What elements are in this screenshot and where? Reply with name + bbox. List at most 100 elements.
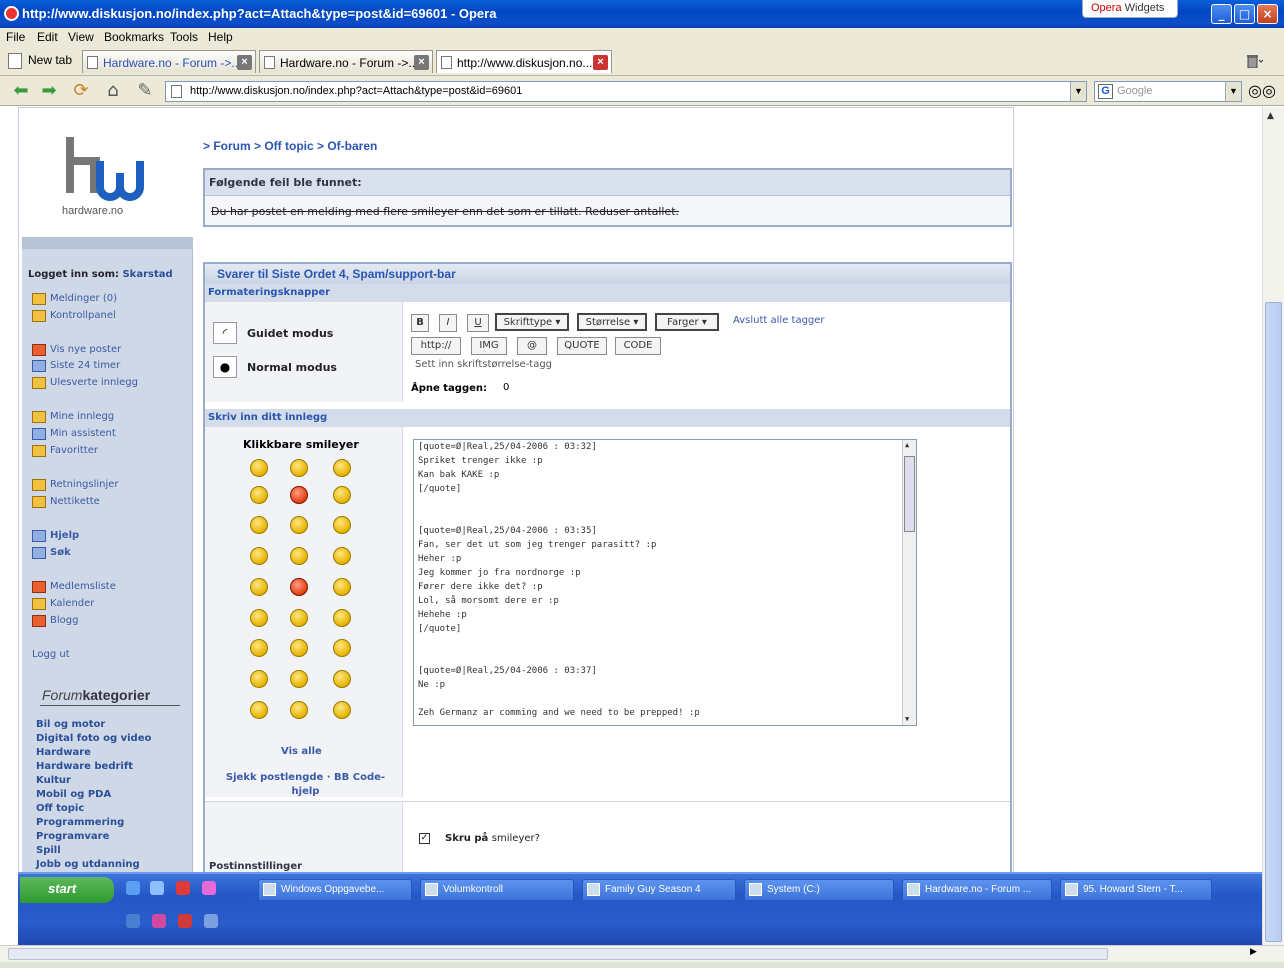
bold-button[interactable]: B [411,314,429,332]
smiley-icon[interactable] [290,516,308,534]
quicklaunch-app-icon[interactable] [178,914,192,928]
category-link[interactable]: Bil og motor [36,719,105,730]
menu-tools[interactable]: Tools [170,30,198,44]
taskbar-item[interactable]: System (C:) [744,879,894,901]
trash-icon[interactable] [1245,54,1263,68]
smiley-icon[interactable] [333,486,351,504]
page-scroll-thumb[interactable] [1265,302,1282,942]
opera-widgets-button[interactable]: Opera Widgets [1082,0,1178,18]
smiley-icon[interactable] [250,609,268,627]
guided-mode-radio[interactable]: ◜ [213,322,237,344]
sidebar-item-search[interactable]: Søk [32,547,71,559]
smiley-icon[interactable] [290,701,308,719]
smiley-icon[interactable] [333,578,351,596]
taskbar-item[interactable]: Volumkontroll [420,879,574,901]
smiley-icon[interactable] [290,639,308,657]
close-tab-1-icon[interactable]: × [237,55,252,70]
sidebar-item-help[interactable]: Hjelp [32,530,79,542]
menu-edit[interactable]: Edit [37,30,58,44]
close-tab-2-icon[interactable]: × [414,55,429,70]
size-select[interactable]: Størrelse ▾ [577,313,647,331]
page-scrollbar[interactable]: ▲ [1262,107,1284,945]
minimize-button[interactable]: _ [1211,4,1232,24]
smiley-icon[interactable] [250,459,268,477]
menu-help[interactable]: Help [208,30,233,44]
category-link[interactable]: Hardware bedrift [36,761,133,772]
code-button[interactable]: CODE [615,337,661,355]
smiley-icon[interactable] [333,516,351,534]
bbcode-help-link[interactable]: Sjekk postlengde · BB Code-hjelp [213,771,398,799]
taskbar-item[interactable]: Hardware.no - Forum ... [902,879,1052,901]
category-link[interactable]: Hardware [36,747,91,758]
textarea-scrollbar[interactable]: ▲ ▼ [902,440,916,725]
logout-link[interactable]: Logg ut [32,649,70,660]
taskbar-item[interactable]: Family Guy Season 4 [582,879,736,901]
show-all-smileys-link[interactable]: Vis alle [281,746,322,757]
sidebar-item-new-posts[interactable]: Vis nye poster [32,344,121,356]
taskbar-item[interactable]: Windows Oppgavebe... [258,879,412,901]
maximize-button[interactable]: □ [1234,4,1255,24]
post-textarea[interactable]: [quote=Ø|Real,25/04-2006 : 03:32] Sprike… [413,439,917,726]
sidebar-item-last24[interactable]: Siste 24 timer [32,360,120,372]
smiley-icon[interactable] [250,701,268,719]
search-field[interactable]: G Google ▼ [1094,81,1242,102]
scroll-down-icon[interactable]: ▼ [905,715,909,723]
smiley-icon[interactable] [290,459,308,477]
smiley-icon[interactable] [250,639,268,657]
sidebar-item-my-posts[interactable]: Mine innlegg [32,411,114,423]
close-all-tags-link[interactable]: Avslutt alle tagger [733,315,825,326]
taskbar-item[interactable]: 95. Howard Stern - T... [1060,879,1212,901]
font-select[interactable]: Skrifttype ▾ [495,313,569,331]
category-link[interactable]: Programmering [36,817,124,828]
category-link[interactable]: Kultur [36,775,71,786]
italic-button[interactable]: I [439,314,457,332]
sidebar-item-messages[interactable]: Meldinger (0) [32,293,117,305]
sidebar-item-netiquette[interactable]: Nettikette [32,496,100,508]
color-select[interactable]: Farger ▾ [655,313,719,331]
smiley-icon[interactable] [333,639,351,657]
smiley-icon[interactable] [290,609,308,627]
smiley-icon[interactable] [250,670,268,688]
normal-mode-radio[interactable]: ● [213,356,237,378]
smiley-icon[interactable] [333,547,351,565]
textarea-scroll-thumb[interactable] [904,456,915,532]
tab-3[interactable]: http://www.diskusjon.no... × [436,50,612,73]
smiley-icon[interactable] [290,670,308,688]
address-dropdown-icon[interactable]: ▼ [1070,82,1086,101]
smiley-icon[interactable] [290,486,308,504]
sidebar-item-calendar[interactable]: Kalender [32,598,94,610]
http-button[interactable]: http:// [411,337,461,355]
breadcrumb[interactable]: > Forum > Off topic > Of-baren [203,139,377,153]
scroll-right-icon[interactable]: ▶ [1250,947,1257,957]
category-link[interactable]: Off topic [36,803,84,814]
smiley-icon[interactable] [250,547,268,565]
sidebar-item-assistant[interactable]: Min assistent [32,428,116,440]
underline-button[interactable]: U [467,314,489,332]
smiley-icon[interactable] [250,486,268,504]
sidebar-item-controlpanel[interactable]: Kontrollpanel [32,310,116,322]
horizontal-scroll-thumb[interactable] [8,948,1108,960]
close-window-button[interactable]: × [1257,4,1278,24]
smiley-icon[interactable] [290,578,308,596]
sidebar-item-favorites[interactable]: Favoritter [32,445,98,457]
sidebar-item-members[interactable]: Medlemsliste [32,581,116,593]
enable-smileys-checkbox[interactable]: ✓ [419,833,430,844]
new-tab-button[interactable]: New tab [8,53,72,69]
scroll-up-icon[interactable]: ▲ [1267,111,1274,121]
hardware-logo-icon[interactable] [64,135,150,201]
start-button[interactable]: start [20,877,114,903]
sidebar-item-guidelines[interactable]: Retningslinjer [32,479,119,491]
menu-view[interactable]: View [68,30,94,44]
sidebar-item-unread[interactable]: Ulesverte innlegg [32,377,138,389]
img-button[interactable]: IMG [471,337,507,355]
tab-2[interactable]: Hardware.no - Forum ->... × [259,50,433,73]
horizontal-scrollbar[interactable]: ▶ [0,945,1284,962]
smiley-icon[interactable] [333,459,351,477]
quicklaunch-desktop-icon[interactable] [126,881,140,895]
smiley-icon[interactable] [333,701,351,719]
menu-bookmarks[interactable]: Bookmarks [104,30,164,44]
quicklaunch-app-icon[interactable] [204,914,218,928]
back-icon[interactable]: ⬅ [10,80,32,102]
quicklaunch-app-icon[interactable] [152,914,166,928]
smiley-icon[interactable] [333,670,351,688]
